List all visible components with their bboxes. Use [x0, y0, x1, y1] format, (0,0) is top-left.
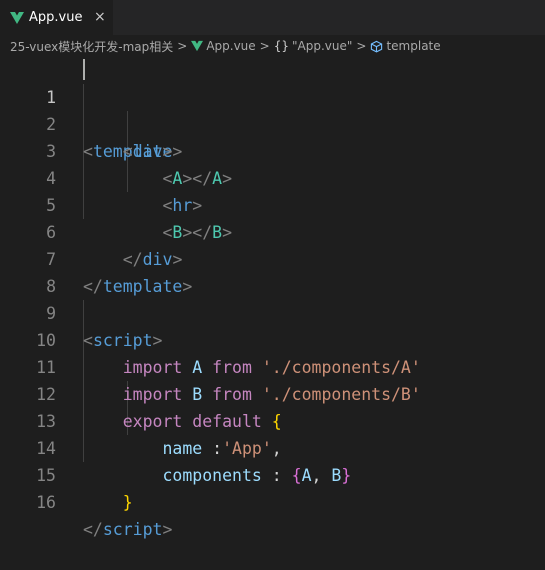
- tab-app-vue[interactable]: App.vue ×: [0, 0, 113, 35]
- close-icon[interactable]: ×: [94, 9, 106, 25]
- vue-icon: [191, 40, 204, 52]
- code-line: 9 <script>: [0, 273, 545, 350]
- code-line: 8: [0, 246, 545, 296]
- breadcrumb-object[interactable]: {} "App.vue": [274, 39, 353, 53]
- code-line: 16 </script>: [0, 462, 545, 539]
- breadcrumb-object-label: "App.vue": [292, 39, 353, 53]
- breadcrumb-symbol-label: template: [386, 39, 441, 53]
- code-line: 6 </div>: [0, 192, 545, 269]
- code-line: 1 <template>: [0, 57, 545, 161]
- tab-bar: App.vue ×: [0, 0, 545, 35]
- code-line: 4 <hr>: [0, 138, 545, 215]
- chevron-right-icon: >: [177, 39, 188, 53]
- breadcrumb: 25-vuex模块化开发-map相关 > App.vue > {} "App.v…: [0, 35, 545, 57]
- tab-label: App.vue: [29, 10, 83, 25]
- vue-icon: [10, 11, 24, 24]
- code-line: 2 <div>: [0, 84, 545, 161]
- braces-icon: {}: [273, 39, 290, 53]
- code-text: </script>: [83, 520, 173, 539]
- breadcrumb-file[interactable]: App.vue: [191, 39, 256, 53]
- code-text: }: [122, 493, 133, 512]
- code-line: 5 <B></B>: [0, 165, 545, 242]
- code-line: 3 <A></A>: [0, 111, 545, 188]
- code-editor[interactable]: 1 <template> 2 <div> 3 <A></A> 4 <hr> 5 …: [0, 57, 545, 539]
- code-line: 11 import B from './components/B': [0, 327, 545, 404]
- chevron-right-icon: >: [259, 39, 270, 53]
- code-line: 15 }: [0, 435, 545, 512]
- line-number: 16: [36, 493, 56, 512]
- code-line: 14 components : {A, B}: [0, 408, 545, 485]
- code-line: 13 name :'App',: [0, 381, 545, 458]
- code-line: 7 </template>: [0, 219, 545, 296]
- code-line: 12 export default {: [0, 354, 545, 431]
- breadcrumb-symbol[interactable]: template: [370, 39, 441, 53]
- chevron-right-icon: >: [356, 39, 367, 53]
- text-cursor: [83, 59, 85, 80]
- breadcrumb-folder[interactable]: 25-vuex模块化开发-map相关: [10, 38, 173, 55]
- breadcrumb-file-label: App.vue: [206, 39, 256, 53]
- cube-icon: [371, 40, 383, 53]
- code-line: 10 import A from './components/A': [0, 300, 545, 377]
